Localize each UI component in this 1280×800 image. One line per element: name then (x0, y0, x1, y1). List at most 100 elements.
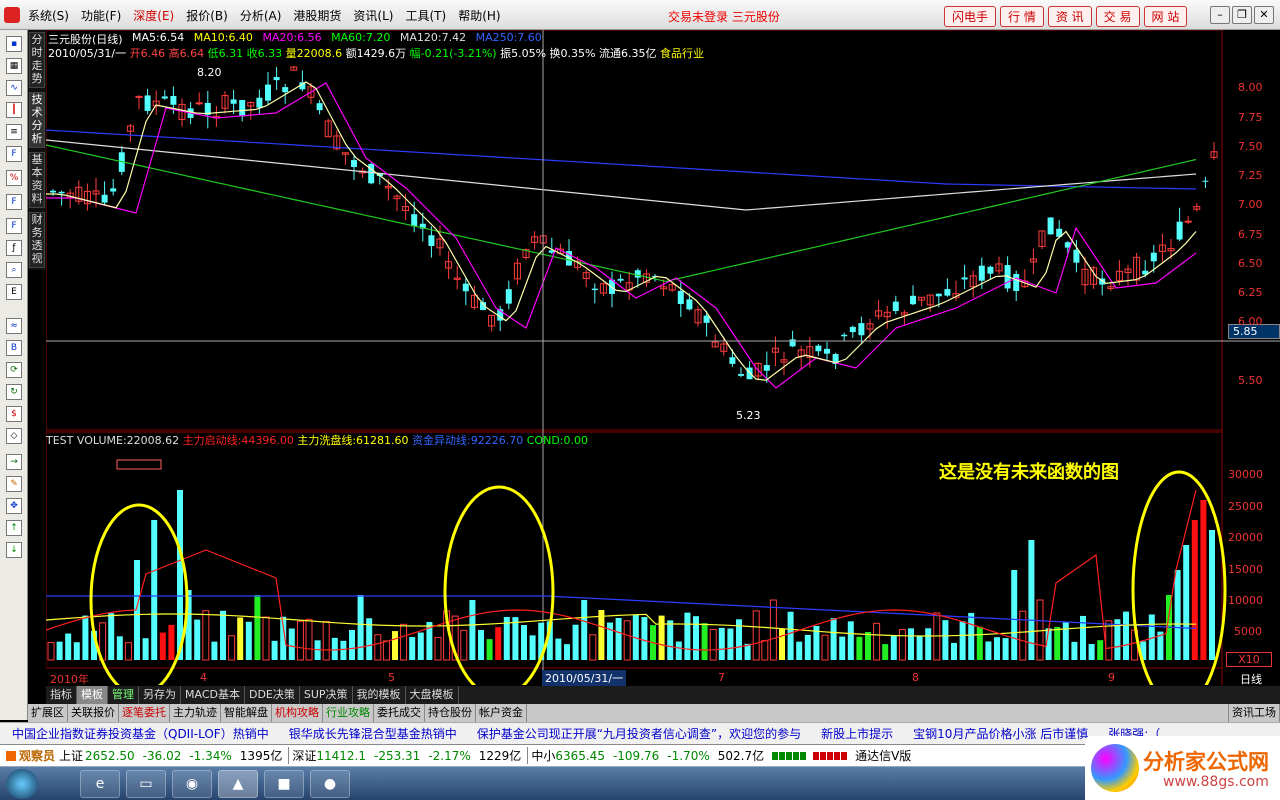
tab-financial[interactable]: 财务透视 (29, 212, 45, 268)
tab-extension-area[interactable]: 扩展区 (28, 704, 68, 722)
toolbar-wave-icon[interactable]: ≈ (6, 318, 22, 334)
restore-icon[interactable]: ❐ (1232, 6, 1252, 24)
toolbar-formula-icon[interactable]: ƒ (6, 240, 22, 256)
tab-my-template[interactable]: 我的模板 (353, 686, 406, 704)
tab-market-template[interactable]: 大盘模板 (406, 686, 459, 704)
toolbar-move-icon[interactable]: ✥ (6, 498, 22, 514)
toolbar-login-icon[interactable]: → (6, 454, 22, 470)
toolbar-rank-icon[interactable]: % (6, 170, 22, 186)
toolbar-bookmark-icon[interactable]: ▪ (6, 36, 22, 52)
period-label[interactable]: 日线 (1240, 671, 1262, 687)
volume-bar (331, 637, 338, 660)
toolbar-report-icon[interactable]: ≡ (6, 124, 22, 140)
menu-hk-futures[interactable]: 港股期货 (289, 7, 345, 24)
watcher-label[interactable]: 观察员 (19, 747, 55, 764)
toolbar-money-icon[interactable]: $ (6, 406, 22, 422)
start-button-icon[interactable] (6, 769, 38, 799)
menu-system[interactable]: 系统(S) (24, 7, 73, 24)
kline-chart-canvas[interactable] (46, 30, 1280, 685)
news-item[interactable]: 宝钢10月产品价格小涨 后市谨慎 (913, 723, 1088, 744)
candle-body (316, 103, 323, 111)
volume-bar (908, 628, 914, 660)
zx-label[interactable]: 中小 (527, 747, 555, 764)
toolbar-up-arrow-icon[interactable]: ↑ (6, 520, 22, 536)
app-icon-red[interactable]: ■ (264, 770, 304, 798)
sz-label[interactable]: 深证 (288, 747, 316, 764)
volume-axis-label: 25000 (1228, 500, 1263, 513)
news-item[interactable]: 保护基金公司现正开展“九月投资者信心调查”，欢迎您的参与 (477, 723, 801, 744)
trading-app-icon[interactable]: ▲ (218, 770, 258, 798)
news-button[interactable]: 资 讯 (1047, 6, 1092, 27)
tab-institution-strategy[interactable]: 机构攻略 (272, 704, 323, 722)
sh-amount: 1395亿 (239, 749, 283, 763)
volume-bar (727, 628, 734, 660)
toolbar-down-arrow-icon[interactable]: ↓ (6, 542, 22, 558)
volume-bar (400, 623, 408, 661)
tab-macd-basic[interactable]: MACD基本 (181, 686, 245, 704)
website-button[interactable]: 网 站 (1143, 6, 1188, 27)
toolbar-pen-icon[interactable]: ✎ (6, 476, 22, 492)
toolbar-refresh-icon[interactable]: ↻ (6, 384, 22, 400)
menu-info[interactable]: 资讯(L) (349, 7, 397, 24)
tab-basic-info[interactable]: 基本资料 (29, 152, 45, 208)
tab-tick-orders[interactable]: 逐笔委托 (119, 704, 170, 722)
sz-value: 11412.1 (316, 748, 366, 763)
toolbar-search-icon[interactable]: ⌕ (6, 262, 22, 278)
close-icon[interactable]: ✕ (1254, 6, 1274, 24)
tab-indicator[interactable]: 指标 (46, 686, 77, 704)
news-item[interactable]: 新股上市提示 (821, 723, 893, 744)
news-item[interactable]: 银华成长先锋混合型基金热销中 (289, 723, 457, 744)
tab-info-workshop[interactable]: 资讯工场 (1228, 704, 1280, 722)
toolbar-f12-icon[interactable]: F (6, 218, 22, 234)
tab-save-as[interactable]: 另存为 (139, 686, 181, 704)
tab-dde[interactable]: DDE决策 (245, 686, 300, 704)
tab-intraday[interactable]: 分时走势 (29, 32, 45, 88)
menu-analysis[interactable]: 分析(A) (236, 7, 286, 24)
tab-positions[interactable]: 持仓股份 (425, 704, 476, 722)
toolbar-grid-icon[interactable]: ▦ (6, 58, 22, 74)
tab-template[interactable]: 模板 (77, 686, 108, 704)
candle-body (677, 290, 684, 304)
trade-button[interactable]: 交 易 (1095, 6, 1140, 27)
toolbar-etf-icon[interactable]: E (6, 284, 22, 300)
sh-change: -36.02 (142, 748, 182, 763)
tab-related-quote[interactable]: 关联报价 (68, 704, 119, 722)
menu-function[interactable]: 功能(F) (77, 7, 125, 24)
firefox-icon[interactable]: ◉ (172, 770, 212, 798)
quotes-button[interactable]: 行 情 (1000, 6, 1044, 27)
toolbar-f10-icon[interactable]: F (6, 146, 22, 162)
volume-axis-label: 20000 (1228, 531, 1263, 544)
folder-icon[interactable]: ▭ (126, 770, 166, 798)
toolbar-f11-icon[interactable]: F (6, 194, 22, 210)
tab-technical-analysis[interactable]: 技术分析 (29, 92, 45, 148)
tab-main-track[interactable]: 主力轨迹 (170, 704, 221, 722)
toolbar-bsi-icon[interactable]: B (6, 340, 22, 356)
tab-smart-analysis[interactable]: 智能解盘 (221, 704, 272, 722)
low-price-label: 5.23 (736, 409, 761, 422)
toolbar-kline-icon[interactable]: ┃ (6, 102, 22, 118)
menu-tools[interactable]: 工具(T) (401, 7, 450, 24)
tab-industry-strategy[interactable]: 行业攻略 (323, 704, 374, 722)
price-axis-label: 7.75 (1238, 111, 1263, 124)
volume-axis-label: 30000 (1228, 468, 1263, 481)
chart-area[interactable]: 三元股份(日线) MA5:6.54 MA10:6.40 MA20:6.56 MA… (46, 30, 1280, 687)
menu-help[interactable]: 帮助(H) (454, 7, 504, 24)
candle-body (961, 277, 968, 280)
ie-icon[interactable]: e (80, 770, 120, 798)
minimize-icon[interactable]: – (1210, 6, 1230, 24)
toolbar-eraser-icon[interactable]: ◇ (6, 428, 22, 444)
tab-sup[interactable]: SUP决策 (300, 686, 353, 704)
tab-manage[interactable]: 管理 (108, 686, 139, 704)
sh-label[interactable]: 上证 (59, 747, 83, 764)
left-toolbar: ▪ ▦ ∿ ┃ ≡ F % F F ƒ ⌕ E ≈ B ⟳ ↻ $ ◇ → ✎ … (0, 30, 28, 720)
flash-trade-button[interactable]: 闪电手 (944, 6, 997, 27)
tab-account-funds[interactable]: 帐户资金 (476, 704, 527, 722)
tab-order-fill[interactable]: 委托成交 (374, 704, 425, 722)
menu-depth[interactable]: 深度(E) (129, 7, 178, 24)
app-icon-blue[interactable]: ● (310, 770, 350, 798)
candle-body (789, 339, 796, 347)
menu-quote[interactable]: 报价(B) (182, 7, 232, 24)
news-item[interactable]: 中国企业指数证券投资基金（QDII-LOF）热销中 (12, 723, 269, 744)
toolbar-sync-icon[interactable]: ⟳ (6, 362, 22, 378)
toolbar-line-chart-icon[interactable]: ∿ (6, 80, 22, 96)
